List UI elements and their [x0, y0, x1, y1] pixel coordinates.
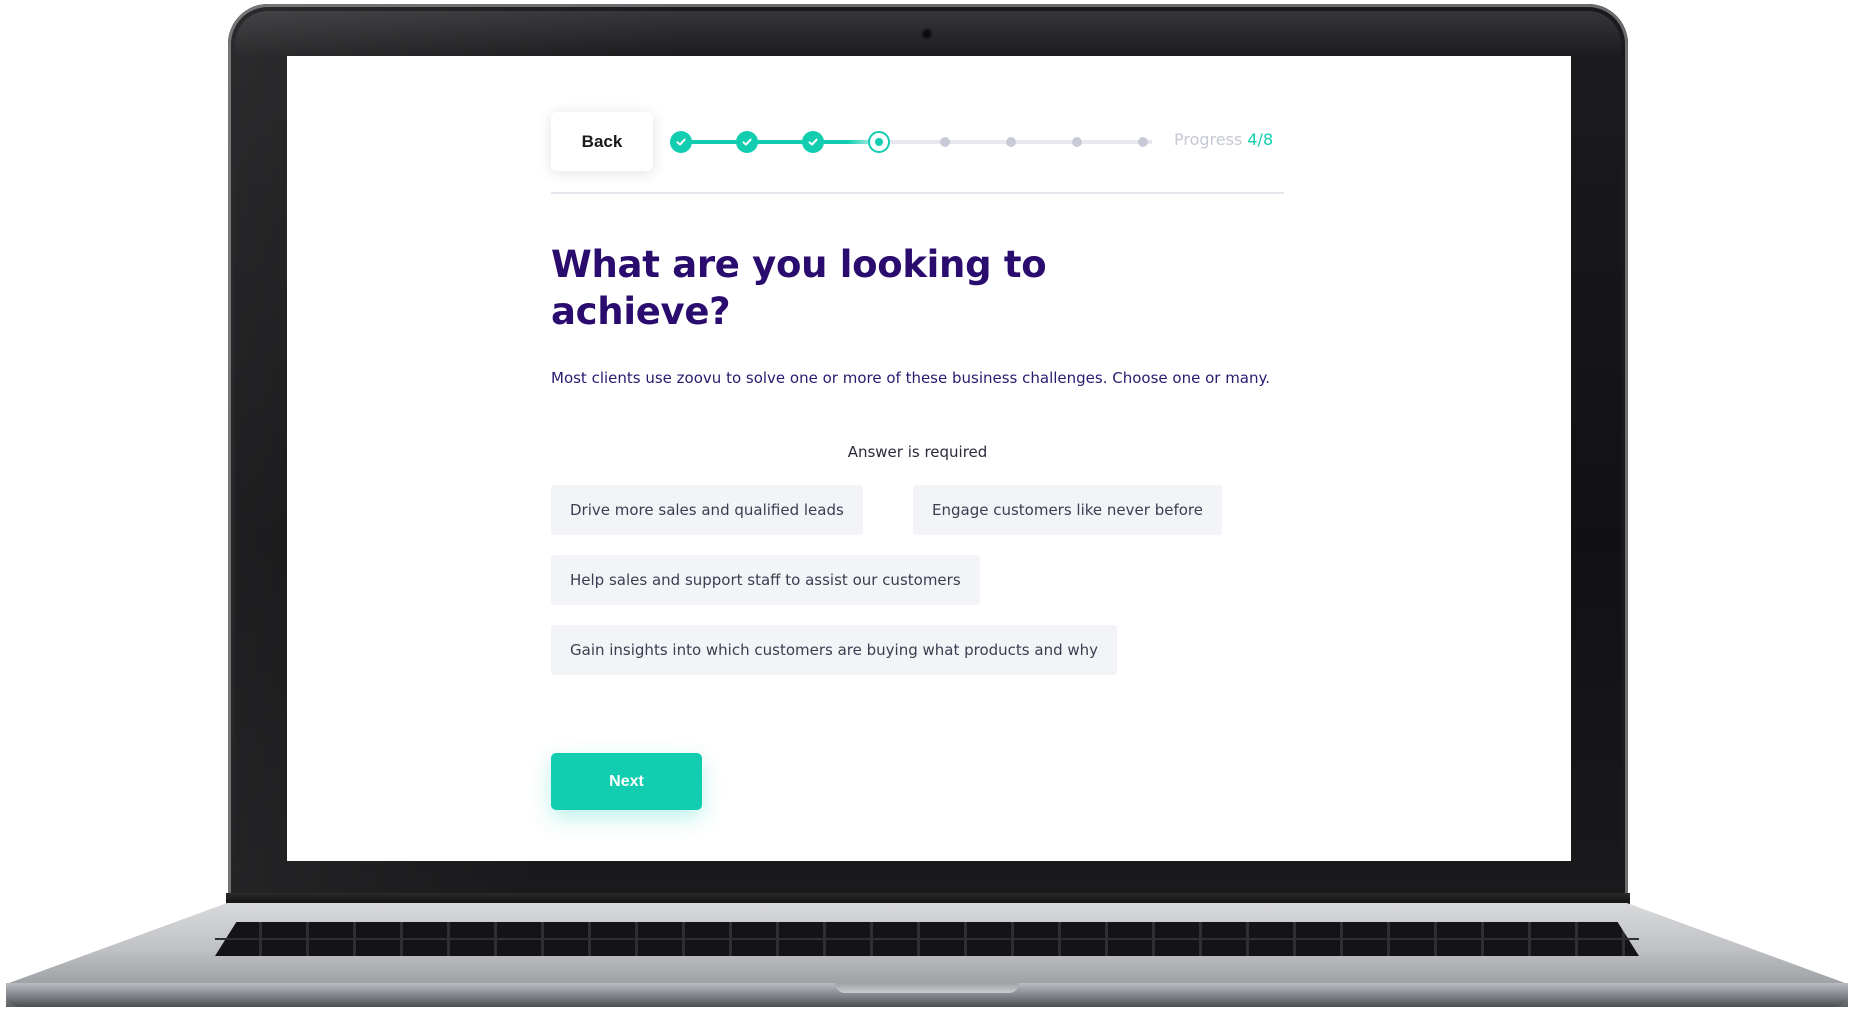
question-description: Most clients use zoovu to solve one or m…: [551, 369, 1271, 387]
checkmark-icon: [742, 138, 752, 146]
answer-option-help-staff[interactable]: Help sales and support staff to assist o…: [551, 555, 980, 605]
question-title: What are you looking to achieve?: [551, 243, 1047, 333]
progress-bar: [670, 131, 1152, 153]
header-divider: [551, 192, 1284, 194]
progress-step-1-complete: [670, 131, 692, 153]
progress-count: 4/8: [1247, 130, 1274, 149]
progress-step-6-pending: [1006, 137, 1016, 147]
answer-option-drive-sales[interactable]: Drive more sales and qualified leads: [551, 485, 863, 535]
progress-indicator: Progress 4/8: [1174, 130, 1273, 149]
checkmark-icon: [676, 138, 686, 146]
progress-step-7-pending: [1072, 137, 1082, 147]
keyboard-row-divider: [215, 938, 1639, 940]
progress-step-2-complete: [736, 131, 758, 153]
progress-bar-fill: [672, 140, 879, 144]
progress-step-8-pending: [1138, 137, 1148, 147]
webcam-icon: [923, 30, 931, 38]
progress-step-3-complete: [802, 131, 824, 153]
answer-option-gain-insights[interactable]: Gain insights into which customers are b…: [551, 625, 1118, 675]
checkmark-icon: [808, 138, 818, 146]
next-button[interactable]: Next: [551, 753, 702, 810]
progress-label: Progress: [1174, 130, 1243, 149]
laptop-open-notch: [835, 983, 1019, 993]
progress-step-5-pending: [940, 137, 950, 147]
answer-option-engage-customers[interactable]: Engage customers like never before: [913, 485, 1222, 535]
answer-required-message: Answer is required: [847, 443, 988, 461]
laptop-screen: Back Progress 4/8 What are you looking t…: [287, 56, 1571, 861]
progress-step-4-current: [868, 131, 890, 153]
back-button[interactable]: Back: [551, 112, 653, 171]
